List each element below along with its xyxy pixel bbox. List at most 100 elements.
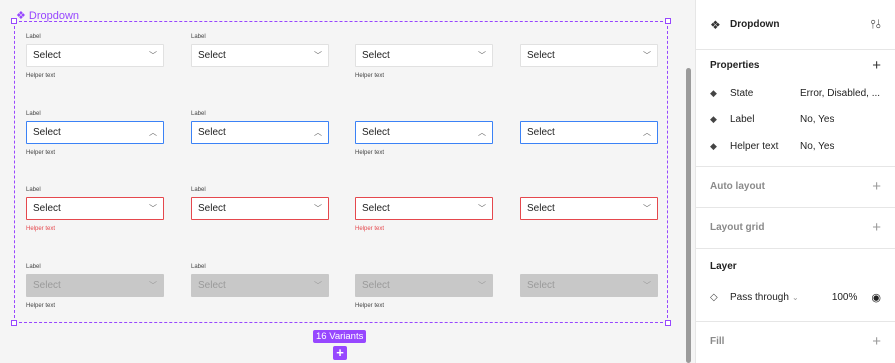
- resize-handle-top-right[interactable]: [665, 18, 671, 24]
- canvas-scrollbar[interactable]: [686, 68, 691, 363]
- dropdown-select[interactable]: Select ︿: [520, 121, 658, 144]
- dropdown-helper-text: Helper text: [355, 303, 385, 309]
- property-row[interactable]: ◆ Helper text No, Yes: [710, 133, 881, 160]
- dropdown-variant[interactable]: Select ︿: [520, 109, 658, 158]
- chevron-down-icon: ﹀: [149, 281, 157, 290]
- dropdown-variant[interactable]: Label Select ︿: [191, 109, 329, 158]
- component-set-frame[interactable]: Label Select ﹀ Helper text Label Select ﹀ Selec…: [11, 18, 671, 326]
- dropdown-select[interactable]: Select ﹀: [26, 197, 164, 220]
- resize-handle-bottom-right[interactable]: [665, 320, 671, 326]
- dropdown-helper-text: Helper text: [355, 150, 385, 156]
- property-list: ◆ State Error, Disabled, ... ◆ Label No, Yes ◆…: [710, 80, 881, 160]
- add-property-icon[interactable]: +: [872, 58, 881, 73]
- design-canvas[interactable]: ❖ Dropdown Label Select ﹀ Helper text Label S…: [0, 0, 686, 363]
- resize-handle-bottom-left[interactable]: [11, 320, 17, 326]
- component-set-icon: ❖: [16, 9, 26, 22]
- add-fill-icon[interactable]: +: [872, 334, 881, 349]
- dropdown-variant[interactable]: Select ﹀ Helper text: [355, 32, 493, 81]
- dropdown-select[interactable]: Select ︿: [191, 121, 329, 144]
- dropdown-value: Select: [33, 203, 61, 214]
- dropdown-select[interactable]: Select ﹀: [520, 197, 658, 220]
- dropdown-select[interactable]: Select ﹀: [191, 44, 329, 67]
- dropdown-helper-text: Helper text: [26, 150, 56, 156]
- properties-section: Properties + ◆ State Error, Disabled, ... ◆…: [696, 50, 895, 167]
- dropdown-select[interactable]: Select ︿: [355, 121, 493, 144]
- dropdown-value: Select: [527, 203, 555, 214]
- dropdown-variant[interactable]: Select ﹀: [520, 32, 658, 81]
- property-name: Label: [730, 114, 755, 126]
- auto-layout-title: Auto layout: [710, 181, 765, 192]
- dropdown-variant[interactable]: Select ﹀ Helper text: [355, 185, 493, 234]
- dropdown-value: Select: [198, 127, 226, 138]
- dropdown-select[interactable]: Select ﹀: [26, 44, 164, 67]
- property-value: Error, Disabled, ...: [800, 87, 881, 99]
- dropdown-variant[interactable]: Label Select ﹀: [191, 262, 329, 311]
- blend-mode-icon: ◇: [710, 292, 718, 303]
- dropdown-value: Select: [362, 50, 390, 61]
- property-row[interactable]: ◆ Label No, Yes: [710, 107, 881, 134]
- dropdown-select[interactable]: Select ﹀: [355, 197, 493, 220]
- dropdown-variant[interactable]: Select ﹀ Helper text: [355, 262, 493, 311]
- resize-handle-top-left[interactable]: [11, 18, 17, 24]
- dropdown-value: Select: [527, 280, 555, 291]
- chevron-down-icon: ﹀: [314, 204, 322, 213]
- opacity-field[interactable]: 100%: [832, 292, 858, 303]
- dropdown-value: Select: [527, 50, 555, 61]
- property-value: No, Yes: [800, 114, 835, 126]
- dropdown-variant[interactable]: Label Select ﹀ Helper text: [26, 32, 164, 81]
- chevron-down-icon: ﹀: [643, 281, 651, 290]
- dropdown-label: [355, 109, 493, 119]
- chevron-down-icon: ﹀: [478, 281, 486, 290]
- chevron-up-icon: ︿: [478, 128, 486, 137]
- fill-title: Fill: [710, 336, 725, 347]
- dropdown-select[interactable]: Select ﹀: [355, 44, 493, 67]
- add-variant-button[interactable]: +: [333, 346, 347, 360]
- dropdown-variant[interactable]: Select ﹀: [520, 262, 658, 311]
- dropdown-label: Label: [26, 264, 41, 270]
- dropdown-select[interactable]: Select ︿: [26, 121, 164, 144]
- properties-panel: ❖ Dropdown ⫯⫰ Properties + ◆ State Error, …: [695, 0, 895, 363]
- dropdown-helper-text: Helper text: [26, 303, 56, 309]
- adjust-icon[interactable]: ⫯⫰: [871, 17, 881, 32]
- dropdown-label: [355, 262, 493, 272]
- properties-title: Properties: [710, 59, 760, 71]
- property-row[interactable]: ◆ State Error, Disabled, ...: [710, 80, 881, 107]
- dropdown-helper-text: Helper text: [355, 226, 385, 232]
- layout-grid-section: Layout grid +: [696, 208, 895, 249]
- dropdown-helper-text: [191, 71, 329, 81]
- dropdown-label: [520, 262, 658, 272]
- dropdown-helper-text: [520, 148, 658, 158]
- dropdown-label: [520, 109, 658, 119]
- add-auto-layout-icon[interactable]: +: [872, 179, 881, 194]
- dropdown-select[interactable]: Select ﹀: [355, 274, 493, 297]
- chevron-up-icon: ︿: [643, 128, 651, 137]
- dropdown-label: [355, 185, 493, 195]
- chevron-down-icon: ﹀: [314, 281, 322, 290]
- dropdown-variant[interactable]: Select ﹀: [520, 185, 658, 234]
- dropdown-variant[interactable]: Label Select ﹀ Helper text: [26, 262, 164, 311]
- dropdown-select[interactable]: Select ﹀: [191, 274, 329, 297]
- dropdown-value: Select: [33, 280, 61, 291]
- dropdown-variant[interactable]: Label Select ﹀: [191, 185, 329, 234]
- dropdown-value: Select: [198, 50, 226, 61]
- dropdown-label: Label: [26, 34, 41, 40]
- dropdown-helper-text: [520, 224, 658, 234]
- dropdown-value: Select: [362, 280, 390, 291]
- dropdown-variant[interactable]: Label Select ︿ Helper text: [26, 109, 164, 158]
- blend-mode-select[interactable]: Pass through ⌄: [730, 292, 832, 303]
- dropdown-variant[interactable]: Label Select ﹀: [191, 32, 329, 81]
- dropdown-select[interactable]: Select ﹀: [520, 274, 658, 297]
- dropdown-helper-text: [191, 224, 329, 234]
- chevron-up-icon: ︿: [314, 128, 322, 137]
- dropdown-select[interactable]: Select ﹀: [26, 274, 164, 297]
- add-layout-grid-icon[interactable]: +: [872, 220, 881, 235]
- dropdown-variant[interactable]: Select ︿ Helper text: [355, 109, 493, 158]
- dropdown-variant[interactable]: Label Select ﹀ Helper text: [26, 185, 164, 234]
- eye-icon[interactable]: ◉: [871, 291, 881, 304]
- dropdown-label: [520, 185, 658, 195]
- layout-grid-title: Layout grid: [710, 222, 765, 233]
- dropdown-select[interactable]: Select ﹀: [520, 44, 658, 67]
- dropdown-value: Select: [198, 280, 226, 291]
- dropdown-select[interactable]: Select ﹀: [191, 197, 329, 220]
- dropdown-helper-text: [520, 71, 658, 81]
